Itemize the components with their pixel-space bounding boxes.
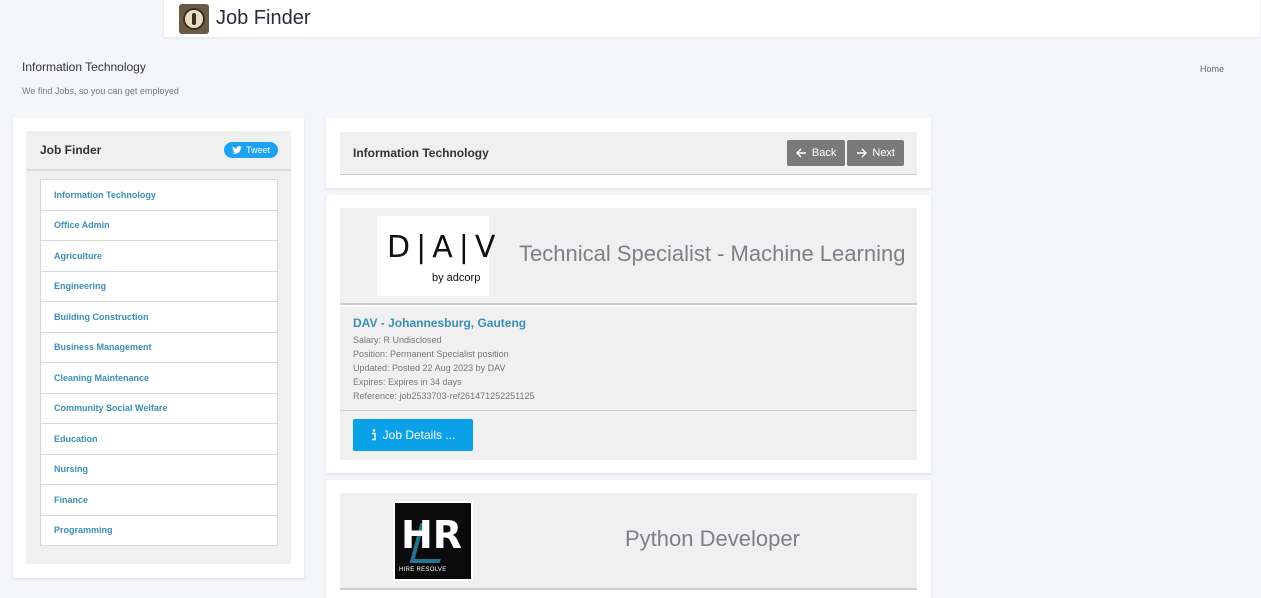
logo-subtext: by adcorp [432, 272, 481, 284]
twitter-icon [232, 146, 242, 154]
back-label: Back [811, 147, 837, 159]
sidebar: Job Finder Tweet Information Technology … [13, 118, 304, 578]
category-item[interactable]: Cleaning Maintenance [40, 362, 278, 394]
job-card: D|A|V by adcorp Technical Specialist - M… [326, 195, 931, 473]
category-item[interactable]: Agriculture [40, 240, 278, 272]
job-company-location[interactable]: DAV - Johannesburg, Gauteng [353, 316, 526, 330]
page-subtitle: We find Jobs, so you can get employed [22, 86, 179, 96]
brand-title[interactable]: Job Finder [216, 7, 311, 30]
category-item[interactable]: Community Social Welfare [40, 392, 278, 424]
category-item[interactable]: Programming [40, 514, 278, 546]
category-item[interactable]: Building Construction [40, 301, 278, 333]
category-item[interactable]: Education [40, 423, 278, 455]
job-expires: Expires: Expires in 34 days [353, 377, 462, 387]
job-reference: Reference: job2533703-ref261471252251125 [353, 391, 535, 401]
job-title[interactable]: Technical Specialist - Machine Learning [519, 241, 905, 267]
tweet-label: Tweet [245, 145, 270, 155]
logo-subtext: HIRE RESOLVE [399, 567, 447, 573]
category-item[interactable]: Business Management [40, 331, 278, 363]
job-details-label: Job Details ... [382, 428, 456, 442]
job-title[interactable]: Python Developer [625, 526, 800, 552]
page-header: Information Technology We find Jobs, so … [22, 60, 179, 96]
listing-title: Information Technology [353, 146, 489, 160]
next-label: Next [872, 147, 895, 159]
job-finder-logo[interactable] [179, 3, 209, 34]
category-item[interactable]: Finance [40, 484, 278, 516]
next-button[interactable]: Next [847, 140, 904, 166]
page-title: Information Technology [22, 60, 146, 74]
job-salary: Salary: R Undisclosed [353, 335, 442, 345]
divider [340, 410, 917, 411]
category-list: Information Technology Office Admin Agri… [40, 179, 278, 546]
listing-header-panel: Information Technology Back Next [326, 118, 931, 188]
company-logo[interactable]: HR HIRE RESOLVE [393, 501, 473, 581]
top-navbar: Job Finder [164, 0, 1260, 37]
sidebar-header: Job Finder Tweet [26, 131, 291, 171]
category-item[interactable]: Nursing [40, 453, 278, 485]
arrow-right-icon [857, 148, 868, 158]
job-updated: Updated: Posted 22 Aug 2023 by DAV [353, 363, 506, 373]
category-item[interactable]: Engineering [40, 270, 278, 302]
job-position: Position: Permanent Specialist position [353, 349, 509, 359]
logo-text: D|A|V [387, 230, 502, 265]
breadcrumb-home[interactable]: Home [1200, 64, 1224, 74]
job-card: HR HIRE RESOLVE Python Developer [326, 480, 931, 598]
logo-text: HR [401, 513, 463, 557]
company-logo[interactable]: D|A|V by adcorp [377, 216, 495, 296]
job-details-button[interactable]: Job Details ... [353, 419, 473, 451]
category-item[interactable]: Office Admin [40, 209, 278, 241]
info-icon [371, 429, 376, 441]
tweet-button[interactable]: Tweet [223, 142, 278, 158]
sidebar-title: Job Finder [40, 143, 102, 157]
back-button[interactable]: Back [786, 140, 846, 166]
category-item[interactable]: Information Technology [40, 179, 278, 211]
arrow-left-icon [795, 148, 806, 158]
